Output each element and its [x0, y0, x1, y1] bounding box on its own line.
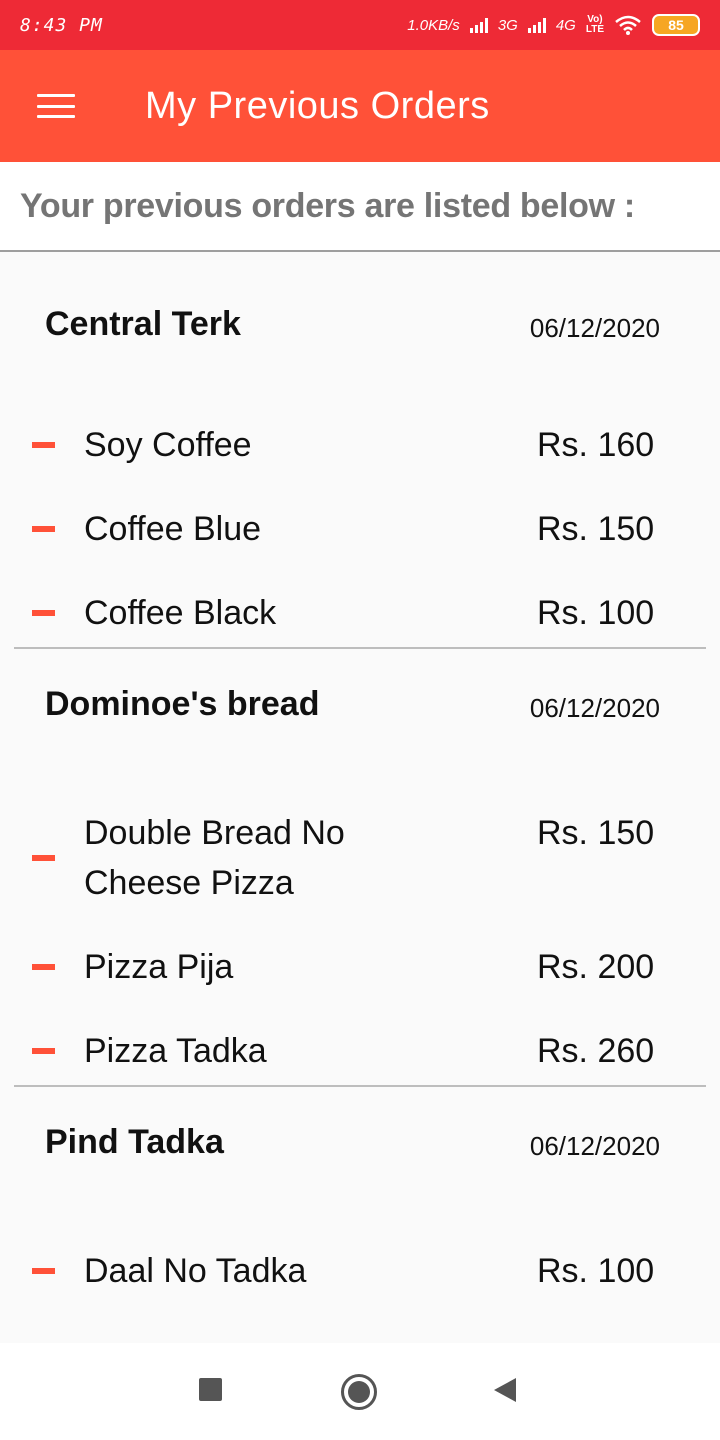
home-icon[interactable] — [341, 1374, 377, 1410]
dash-icon — [32, 1048, 55, 1054]
list-item: Soy Coffee Rs. 160 — [0, 403, 720, 487]
back-icon[interactable] — [494, 1378, 516, 1402]
restaurant-name: Pind Tadka — [45, 1123, 224, 1161]
restaurant-name: Central Terk — [45, 305, 241, 343]
network-type-4g: 4G — [555, 16, 576, 34]
order-date: 06/12/2020 — [529, 1131, 660, 1161]
order-date: 06/12/2020 — [529, 693, 660, 723]
order-card[interactable]: Pind Tadka 06/12/2020 Daal No Tadka Rs. … — [0, 1087, 720, 1313]
item-price: Rs. 200 — [537, 948, 655, 986]
menu-icon[interactable] — [37, 94, 75, 118]
item-name: Pizza Pija — [84, 948, 234, 986]
dash-icon — [32, 1268, 55, 1274]
navigation-bar — [0, 1343, 720, 1440]
page-title: My Previous Orders — [145, 84, 490, 127]
status-icons: 1.0KB/s 3G 4G Vo) LTE 85 — [407, 14, 700, 36]
orders-list[interactable]: Central Terk 06/12/2020 Soy Coffee Rs. 1… — [0, 253, 720, 1313]
volte-icon: Vo) LTE — [585, 14, 604, 35]
item-name: Daal No Tadka — [84, 1252, 307, 1290]
dash-icon — [32, 442, 55, 448]
dash-icon — [32, 526, 55, 532]
item-name: Coffee Black — [84, 594, 277, 632]
order-header: Pind Tadka 06/12/2020 — [0, 1087, 720, 1229]
dash-icon — [32, 855, 55, 861]
list-item: Pizza Tadka Rs. 260 — [0, 1009, 720, 1085]
order-date: 06/12/2020 — [529, 313, 660, 343]
item-price: Rs. 160 — [537, 426, 655, 464]
item-name: Soy Coffee — [84, 426, 252, 464]
network-speed: 1.0KB/s — [407, 16, 460, 34]
app-bar: My Previous Orders — [0, 50, 720, 162]
list-item: Daal No Tadka Rs. 100 — [0, 1229, 720, 1313]
status-time: 8:43 PM — [20, 14, 103, 36]
signal-icon — [527, 17, 546, 33]
restaurant-name: Dominoe's bread — [45, 685, 320, 723]
item-name: Double Bread No Cheese Pizza — [84, 814, 345, 902]
recents-icon[interactable] — [199, 1378, 222, 1401]
order-card[interactable]: Dominoe's bread 06/12/2020 Double Bread … — [0, 649, 720, 1087]
list-item: Coffee Blue Rs. 150 — [0, 487, 720, 571]
item-name: Pizza Tadka — [84, 1032, 267, 1070]
list-item: Coffee Black Rs. 100 — [0, 571, 720, 647]
item-price: Rs. 260 — [537, 1032, 655, 1070]
signal-icon — [469, 17, 488, 33]
dash-icon — [32, 610, 55, 616]
order-header: Dominoe's bread 06/12/2020 — [0, 649, 720, 791]
subheader-text: Your previous orders are listed below : — [0, 162, 720, 252]
order-card[interactable]: Central Terk 06/12/2020 Soy Coffee Rs. 1… — [0, 253, 720, 649]
battery-icon: 85 — [652, 14, 700, 36]
item-price: Rs. 150 — [537, 814, 655, 852]
item-price: Rs. 100 — [537, 1252, 655, 1290]
item-price: Rs. 150 — [537, 510, 655, 548]
wifi-icon — [615, 15, 641, 35]
list-item: Double Bread No Cheese Pizza Rs. 150 — [0, 791, 720, 925]
list-item: Pizza Pija Rs. 200 — [0, 925, 720, 1009]
item-name: Coffee Blue — [84, 510, 262, 548]
item-price: Rs. 100 — [537, 594, 655, 632]
order-header: Central Terk 06/12/2020 — [0, 253, 720, 403]
dash-icon — [32, 964, 55, 970]
network-type-3g: 3G — [497, 16, 518, 34]
status-bar: 8:43 PM 1.0KB/s 3G 4G Vo) LTE 85 — [0, 0, 720, 50]
